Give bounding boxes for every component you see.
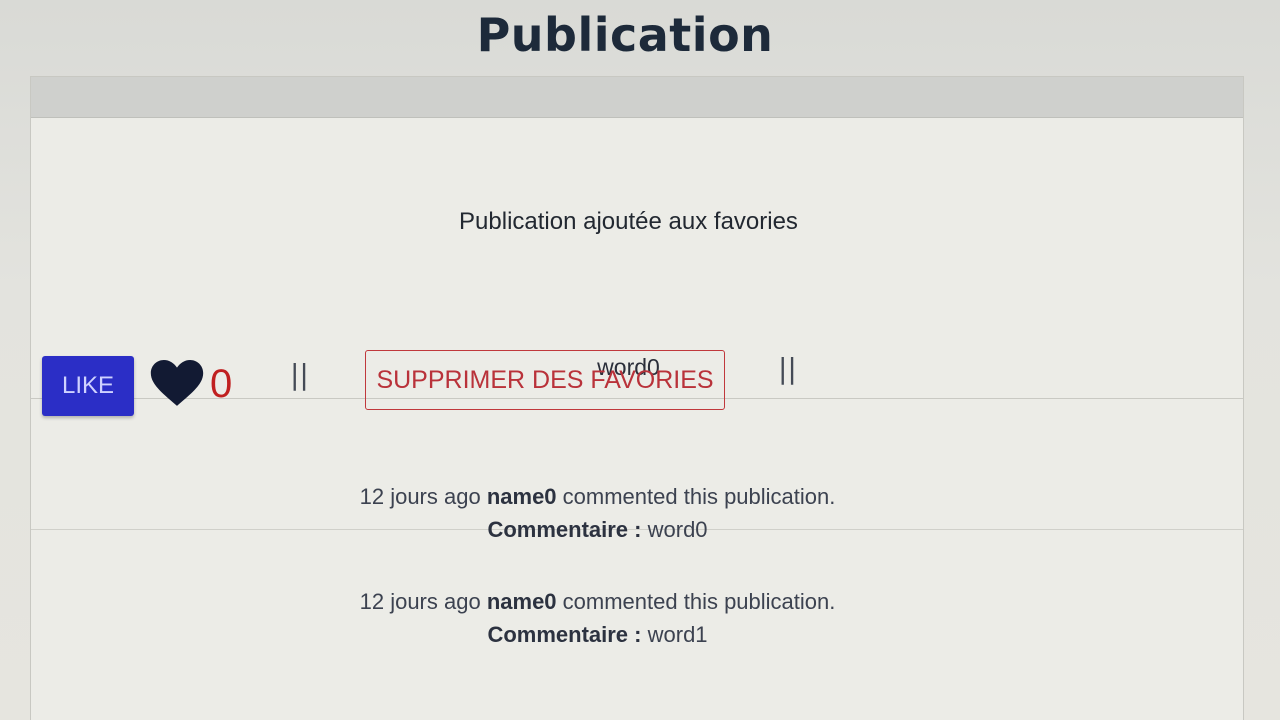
page-title: Publication <box>476 8 774 62</box>
like-count: 0 <box>210 362 233 406</box>
comment-time: 12 jours ago <box>359 484 481 509</box>
like-button[interactable]: LIKE <box>42 356 134 416</box>
comment-text: word0 <box>647 517 708 542</box>
comment-text: word1 <box>647 622 708 647</box>
comment-item: 12 jours ago name0 commented this public… <box>0 480 1195 547</box>
comment-meta: 12 jours ago name0 commented this public… <box>0 585 1195 618</box>
page: Publication Publication ajoutée aux favo… <box>0 0 1280 720</box>
comment-time: 12 jours ago <box>359 589 481 614</box>
comment-label: Commentaire : <box>487 517 642 542</box>
comment-item: 12 jours ago name0 commented this public… <box>0 585 1195 652</box>
separator: || <box>290 358 309 391</box>
flash-message: Publication ajoutée aux favories <box>459 208 798 235</box>
comment-body: Commentaire : word0 <box>0 513 1195 547</box>
comment-meta: 12 jours ago name0 commented this public… <box>0 480 1195 513</box>
comment-action: commented this publication. <box>562 484 836 509</box>
comment-list: 12 jours ago name0 commented this public… <box>0 480 1195 690</box>
remove-favorite-button[interactable]: SUPPRIMER DES FAVORIES <box>365 350 725 410</box>
comment-author[interactable]: name0 <box>487 484 557 509</box>
heart-icon <box>150 360 204 406</box>
comment-action: commented this publication. <box>562 589 836 614</box>
card-header <box>31 77 1243 118</box>
comment-author[interactable]: name0 <box>487 589 557 614</box>
comment-body: Commentaire : word1 <box>0 618 1195 652</box>
separator: || <box>778 352 797 385</box>
comment-label: Commentaire : <box>487 622 642 647</box>
